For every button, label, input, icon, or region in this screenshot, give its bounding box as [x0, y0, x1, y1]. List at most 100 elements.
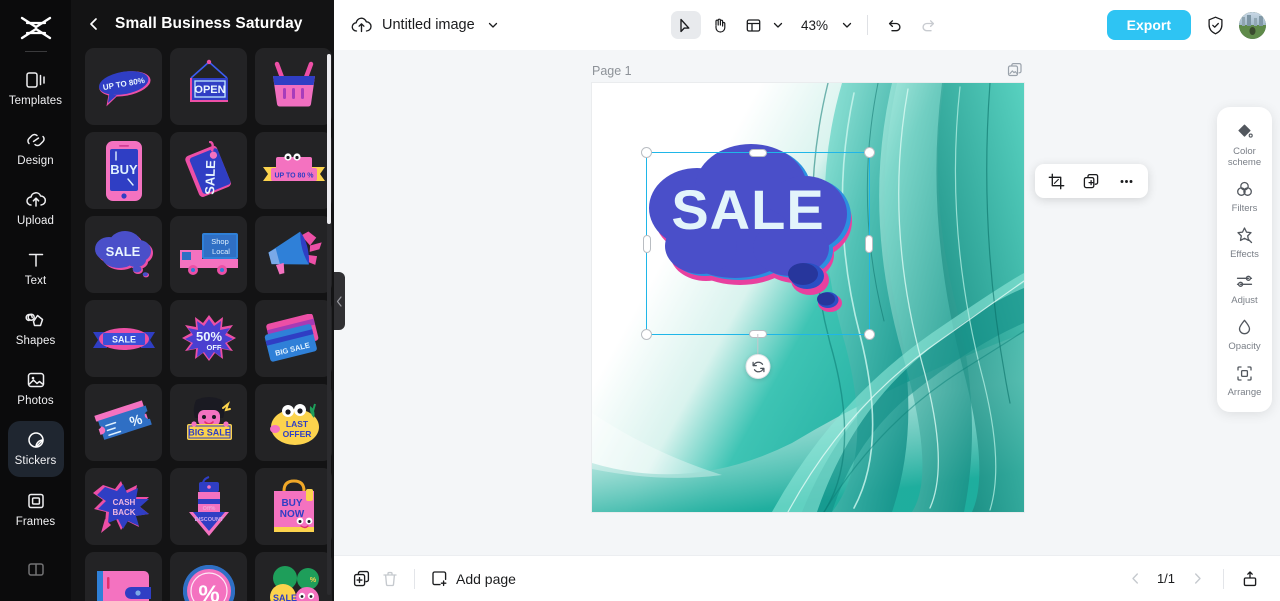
panel-scrollbar-thumb[interactable] [327, 54, 331, 224]
sticker-percent-badge[interactable]: % [170, 552, 247, 601]
sticker-shopping-basket[interactable] [255, 48, 332, 125]
svg-text:%: % [198, 581, 219, 601]
delete-page-button[interactable] [376, 565, 404, 593]
sidebar-item-more[interactable] [8, 541, 64, 597]
stickers-panel: Small Business Saturday UP TO 80% OPEN B… [71, 0, 334, 601]
sidebar-item-upload[interactable]: Upload [8, 180, 64, 236]
left-rail: Templates Design Upload Text Shapes Phot… [0, 0, 71, 601]
page-label: Page 1 [592, 64, 632, 78]
add-page-button[interactable]: Add page [425, 566, 522, 591]
layout-tool[interactable] [739, 11, 769, 39]
sale-cloud-sticker[interactable]: SALE [644, 141, 862, 321]
sticker-up-to-80-speech-bubble[interactable]: UP TO 80% [85, 48, 162, 125]
rotate-icon[interactable] [745, 354, 771, 379]
canvas-area[interactable]: Page 1 SALE Color scheme Filters Effects… [334, 50, 1280, 555]
panel-item-arrange[interactable]: Arrange [1219, 357, 1271, 403]
sticker-megaphone[interactable] [255, 216, 332, 293]
sticker-sale-price-tag[interactable]: SALE [170, 132, 247, 209]
sidebar-item-label: Templates [8, 94, 63, 107]
svg-text:OPEN: OPEN [194, 84, 225, 96]
sidebar-item-shapes[interactable]: Shapes [8, 300, 64, 356]
prev-page-button[interactable] [1121, 565, 1149, 593]
export-button[interactable]: Export [1106, 10, 1191, 40]
user-avatar[interactable] [1239, 11, 1266, 39]
resize-handle-top-right[interactable] [864, 146, 876, 158]
sidebar-item-label: Text [24, 275, 47, 288]
sticker-fifty-percent-off-burst[interactable]: 50% OFF [170, 300, 247, 377]
zoom-chevron-down-icon[interactable] [839, 17, 855, 33]
resize-handle-bottom-left[interactable] [640, 329, 652, 341]
sidebar-item-design[interactable]: Design [8, 120, 64, 176]
sticker-shop-local-truck[interactable]: Shop Local [170, 216, 247, 293]
crop-button[interactable] [1043, 168, 1071, 194]
next-page-button[interactable] [1183, 565, 1211, 593]
panel-collapse-handle[interactable] [334, 272, 345, 330]
sticker-last-offer-lemon[interactable]: LAST OFFER [255, 384, 332, 461]
undo-button[interactable] [880, 11, 910, 39]
svg-text:SALE: SALE [105, 244, 140, 259]
svg-text:Local: Local [212, 247, 230, 256]
opacity-icon [1235, 317, 1254, 337]
hand-tool[interactable] [705, 11, 735, 39]
panel-item-effects[interactable]: Effects [1219, 219, 1271, 265]
duplicate-button[interactable] [1078, 168, 1106, 194]
sticker-sale-balloons[interactable]: SALE % [255, 552, 332, 601]
select-tool[interactable] [670, 11, 701, 39]
object-float-toolbar [1035, 164, 1148, 198]
more-button[interactable] [1113, 168, 1141, 194]
resize-handle-top[interactable] [749, 149, 767, 157]
document-title[interactable]: Untitled image [382, 17, 475, 33]
sticker-big-sale-girl-banner[interactable]: BIG SALE [170, 384, 247, 461]
zoom-level: 43% [800, 17, 829, 33]
panel-item-filters[interactable]: Filters [1219, 173, 1271, 219]
panel-item-color-scheme[interactable]: Color scheme [1219, 116, 1271, 173]
resize-handle-left[interactable] [643, 234, 651, 253]
export-page-button[interactable] [1236, 565, 1264, 593]
resize-handle-top-left[interactable] [640, 146, 652, 158]
svg-text:UP TO 80 %: UP TO 80 % [274, 172, 314, 179]
sidebar-item-photos[interactable]: Photos [8, 361, 64, 417]
sticker-open-sign[interactable]: OPEN [170, 48, 247, 125]
cloud-upload-icon[interactable] [350, 14, 372, 36]
sticker-discount-arrow-tag[interactable]: Off% DISCOUNT [170, 468, 247, 545]
sticker-buy-now-shopping-bag[interactable]: BUY NOW [255, 468, 332, 545]
back-button[interactable] [83, 13, 105, 35]
sticker-pink-wallet[interactable] [85, 552, 162, 601]
text-icon [25, 249, 47, 271]
layout-chevron-down-icon[interactable] [770, 17, 786, 33]
sidebar-item-frames[interactable]: Frames [8, 481, 64, 537]
resize-handle-bottom[interactable] [749, 330, 767, 338]
duplicate-page-button[interactable] [348, 565, 376, 593]
sticker-sale-ribbon[interactable]: SALE [85, 300, 162, 377]
panel-item-label: Arrange [1227, 387, 1262, 398]
sticker-grid: UP TO 80% OPEN BUY SALE UP TO 80 % SALE … [71, 48, 334, 601]
bottom-divider [414, 568, 415, 589]
zoom-control[interactable]: 43% [798, 17, 855, 33]
sidebar-item-stickers[interactable]: Stickers [7, 420, 64, 477]
design-page[interactable]: SALE [592, 83, 1024, 512]
sticker-up-to-80-banner[interactable]: UP TO 80 % [255, 132, 332, 209]
shield-check-icon[interactable] [1203, 13, 1227, 37]
resize-handle-right[interactable] [865, 234, 873, 253]
panel-item-opacity[interactable]: Opacity [1219, 311, 1271, 357]
top-right-actions: Export [1106, 10, 1266, 40]
duplicate-page-icon[interactable] [1006, 61, 1024, 79]
shapes-icon [24, 309, 47, 331]
redo-button[interactable] [914, 11, 944, 39]
sticker-buy-phone[interactable]: BUY [85, 132, 162, 209]
sticker-sale-cloud-bubble[interactable]: SALE [85, 216, 162, 293]
page-counter: 1/1 [1156, 571, 1176, 586]
upload-icon [25, 189, 47, 211]
sticker-percent-tickets[interactable]: % [85, 384, 162, 461]
capcut-logo[interactable] [14, 12, 58, 45]
sidebar-item-templates[interactable]: Templates [8, 60, 64, 116]
sticker-big-sale-credit-cards[interactable]: BIG SALE [255, 300, 332, 377]
sidebar-item-text[interactable]: Text [8, 240, 64, 296]
sticker-cash-back-burst[interactable]: CASH BACK [85, 468, 162, 545]
chevron-down-icon[interactable] [485, 17, 501, 33]
svg-text:OFF: OFF [206, 343, 221, 352]
adjust-icon [1235, 271, 1254, 291]
panel-item-adjust[interactable]: Adjust [1219, 265, 1271, 311]
svg-text:Off%: Off% [202, 506, 215, 512]
main-area: Untitled image 43% Export Page 1 SALE Co… [334, 0, 1280, 601]
